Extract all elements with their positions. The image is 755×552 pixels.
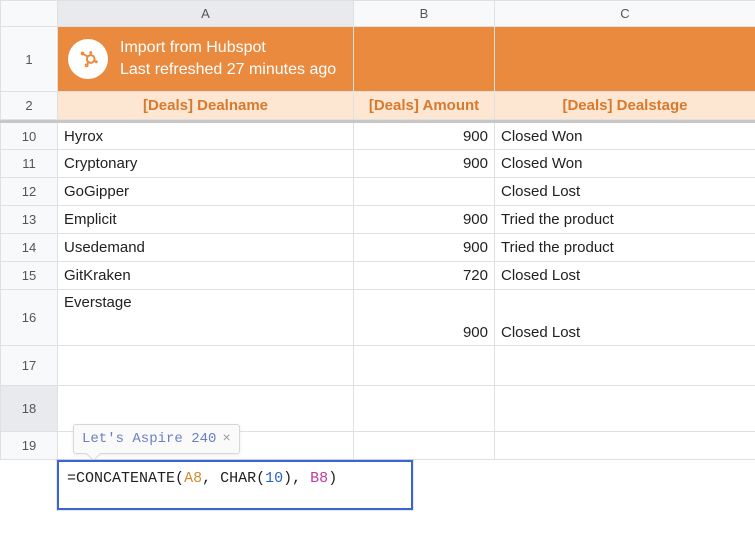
header-dealstage[interactable]: [Deals] Dealstage — [495, 92, 755, 120]
close-icon[interactable]: × — [222, 431, 230, 447]
row-15: 15 GitKraken 720 Closed Lost — [1, 262, 755, 290]
row-1: 1 Import fro — [1, 27, 755, 92]
cell-B16[interactable]: 900 — [354, 290, 495, 346]
cell-C15[interactable]: Closed Lost — [495, 262, 755, 290]
cell-C10[interactable]: Closed Won — [495, 122, 755, 150]
formula-text[interactable]: =CONCATENATE(A8, CHAR(10), B8) — [59, 462, 411, 495]
cell-C18[interactable] — [495, 386, 755, 432]
corner-cell[interactable] — [1, 1, 58, 27]
cell-B18[interactable] — [354, 386, 495, 432]
cell-B12[interactable] — [354, 178, 495, 206]
row-17: 17 — [1, 346, 755, 386]
row-number[interactable]: 2 — [1, 92, 58, 120]
cell-B13[interactable]: 900 — [354, 206, 495, 234]
spreadsheet-grid[interactable]: A B C 1 — [0, 0, 755, 460]
cell-A14[interactable]: Usedemand — [58, 234, 354, 262]
cell-C11[interactable]: Closed Won — [495, 150, 755, 178]
column-header-C[interactable]: C — [495, 1, 755, 27]
row-14: 14 Usedemand 900 Tried the product — [1, 234, 755, 262]
cell-C16[interactable]: Closed Lost — [495, 290, 755, 346]
cell-C13[interactable]: Tried the product — [495, 206, 755, 234]
row-number[interactable]: 12 — [1, 178, 58, 206]
cell-A1[interactable]: Import from Hubspot Last refreshed 27 mi… — [58, 27, 354, 92]
cell-C17[interactable] — [495, 346, 755, 386]
row-number[interactable]: 11 — [1, 150, 58, 178]
column-header-B[interactable]: B — [354, 1, 495, 27]
row-number[interactable]: 1 — [1, 27, 58, 92]
column-header-A[interactable]: A — [58, 1, 354, 27]
column-header-row: A B C — [1, 1, 755, 27]
row-number[interactable]: 19 — [1, 432, 58, 460]
row-number[interactable]: 16 — [1, 290, 58, 346]
cell-A11[interactable]: Cryptonary — [58, 150, 354, 178]
cell-B19[interactable] — [354, 432, 495, 460]
header-dealname[interactable]: [Deals] Dealname — [58, 92, 354, 120]
cell-C19[interactable] — [495, 432, 755, 460]
row-12: 12 GoGipper Closed Lost — [1, 178, 755, 206]
cell-C12[interactable]: Closed Lost — [495, 178, 755, 206]
row-16: 16 Everstage 900 Closed Lost — [1, 290, 755, 346]
row-number[interactable]: 15 — [1, 262, 58, 290]
banner-subtitle: Last refreshed 27 minutes ago — [120, 59, 336, 81]
row-11: 11 Cryptonary 900 Closed Won — [1, 150, 755, 178]
row-number[interactable]: 17 — [1, 346, 58, 386]
row-10: 10 Hyrox 900 Closed Won — [1, 122, 755, 150]
cell-A13[interactable]: Emplicit — [58, 206, 354, 234]
row-number[interactable]: 18 — [1, 386, 58, 432]
cell-A12[interactable]: GoGipper — [58, 178, 354, 206]
cell-B15[interactable]: 720 — [354, 262, 495, 290]
cell-B1[interactable] — [354, 27, 495, 92]
active-cell-editor[interactable]: =CONCATENATE(A8, CHAR(10), B8) — [57, 460, 413, 510]
banner-title: Import from Hubspot — [120, 37, 336, 59]
import-banner: Import from Hubspot Last refreshed 27 mi… — [58, 27, 353, 91]
cell-B10[interactable]: 900 — [354, 122, 495, 150]
row-number[interactable]: 13 — [1, 206, 58, 234]
cell-B14[interactable]: 900 — [354, 234, 495, 262]
row-2: 2 [Deals] Dealname [Deals] Amount [Deals… — [1, 92, 755, 120]
cell-A16[interactable]: Everstage — [58, 290, 354, 346]
cell-C1[interactable] — [495, 27, 755, 92]
hubspot-icon — [68, 39, 108, 79]
cell-B17[interactable] — [354, 346, 495, 386]
row-13: 13 Emplicit 900 Tried the product — [1, 206, 755, 234]
header-amount[interactable]: [Deals] Amount — [354, 92, 495, 120]
row-number[interactable]: 10 — [1, 122, 58, 150]
cell-B11[interactable]: 900 — [354, 150, 495, 178]
cell-C14[interactable]: Tried the product — [495, 234, 755, 262]
cell-A10[interactable]: Hyrox — [58, 122, 354, 150]
row-number[interactable]: 14 — [1, 234, 58, 262]
cell-A15[interactable]: GitKraken — [58, 262, 354, 290]
formula-preview-tooltip: Let's Aspire 240 × — [73, 424, 240, 454]
cell-A17[interactable] — [58, 346, 354, 386]
tooltip-text: Let's Aspire 240 — [82, 431, 216, 447]
